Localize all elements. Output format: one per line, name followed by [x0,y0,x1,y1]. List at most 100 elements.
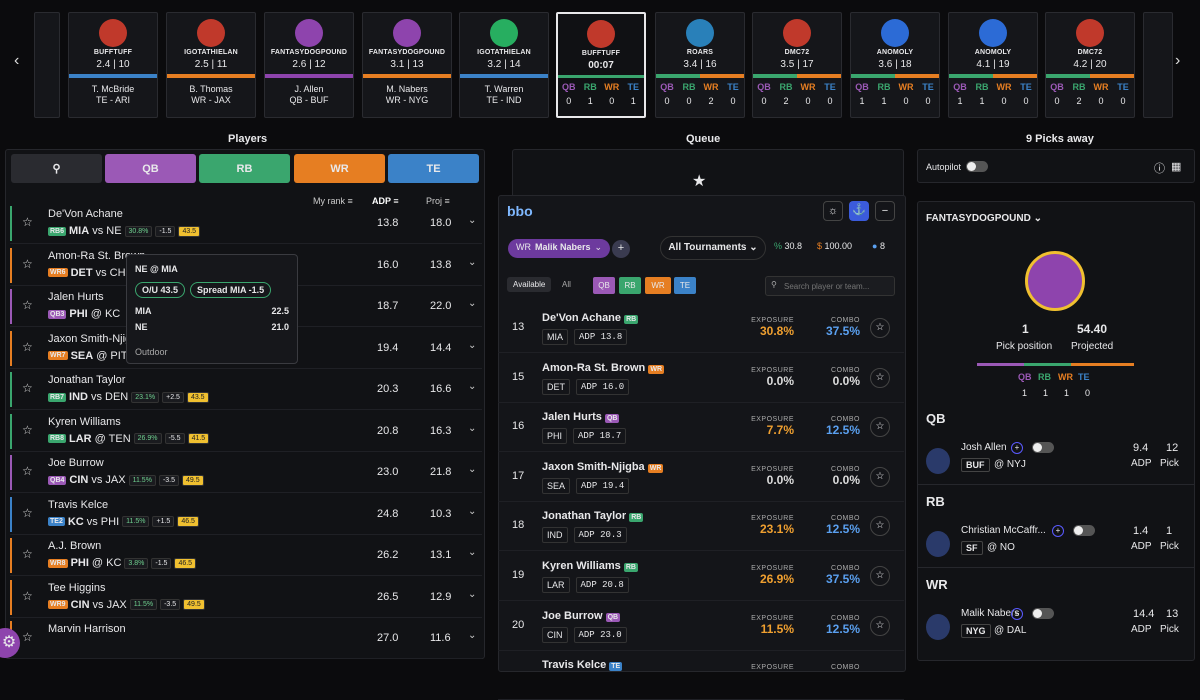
filter-available[interactable]: Available [507,277,552,292]
player-row[interactable]: ☆ Travis Kelce TE2 KC vs PHI 11.5% +1.5 46.5 24.… [10,494,482,535]
tab-qb[interactable]: QB [105,154,196,183]
queue-row[interactable]: 17 Jaxon Smith-Njigba WR SEA ADP 19.4 EXPOSU… [498,452,904,502]
star-icon[interactable]: ☆ [22,506,33,520]
draft-card[interactable]: FANTASYDOGPOUND 2.6 | 12 J. Allen QB - BUF [264,12,354,118]
grid-icon[interactable]: ▦ [1171,160,1181,173]
pos-label: QB [562,82,576,92]
queue-row[interactable]: 13 De'Von Achane RB MIA ADP 13.8 EXPOSURE 30.… [498,303,904,353]
player-row[interactable]: ☆ Kyren Williams RB8 LAR @ TEN 26.9% -5.5 41.5 2… [10,411,482,452]
chevron-down-icon[interactable]: ⌄ [468,381,476,392]
player-row[interactable]: ☆ De'Von Achane RB6 MIA vs NE 30.8% -1.5 43.5 13… [10,203,482,244]
queue-row[interactable]: 20 Joe Burrow QB CIN ADP 23.0 EXPOSURE 11.5% C… [498,601,904,651]
player-sub: WR6 DET vs CHI [48,267,129,279]
star-icon[interactable]: ☆ [22,464,33,478]
draft-card[interactable]: FANTASYDOGPOUND 3.1 | 13 M. Nabers WR - NYG [362,12,452,118]
player-name-wrap: Amon-Ra St. Brown WR [542,362,665,374]
team-adp: SEA ADP 19.4 [542,477,630,494]
tab-rb[interactable]: RB [199,154,290,183]
star-icon[interactable]: ☆ [870,367,890,388]
chevron-down-icon[interactable]: ⌄ [468,547,476,558]
player-row[interactable]: ☆ Joe Burrow QB4 CIN vs JAX 11.5% -3.5 49.5 23.0… [10,452,482,493]
bbo-tab-te[interactable]: TE [674,277,696,294]
star-icon[interactable]: ☆ [870,417,890,438]
add-icon[interactable]: + [1011,608,1023,620]
draft-card[interactable]: ANOMOLY 3.6 | 18 QB RB WR TE 1 1 0 0 [850,12,940,118]
chevron-down-icon[interactable]: ⌄ [468,506,476,517]
star-icon[interactable]: ☆ [22,547,33,561]
queue-row[interactable]: Travis Kelce TE EXPOSURE COMBO [498,650,904,700]
queue-row[interactable]: 15 Amon-Ra St. Brown WR DET ADP 16.0 EXPOSUR… [498,353,904,403]
chevron-down-icon[interactable]: ⌄ [468,630,476,641]
pos-label: TE [1020,82,1032,92]
draft-card[interactable]: DMC72 3.5 | 17 QB RB WR TE 0 2 0 0 [752,12,842,118]
pick-number: 3.4 | 16 [683,59,717,70]
scroll-left-icon[interactable]: ‹ [14,52,19,70]
draft-card-partial[interactable] [34,12,60,118]
search-input[interactable] [765,276,895,296]
anchor-icon[interactable]: ⚓ [849,201,869,221]
queue-toggle[interactable] [1032,442,1054,453]
star-icon[interactable]: ☆ [870,615,890,636]
star-icon[interactable]: ☆ [870,466,890,487]
player-chip[interactable]: WR Malik Nabers ⌄ [508,239,611,258]
filter-all[interactable]: All [562,280,571,289]
draft-card[interactable]: ROARS 3.4 | 16 QB RB WR TE 0 0 2 0 [655,12,745,118]
bbo-tab-rb[interactable]: RB [619,277,641,294]
queue-toggle[interactable] [1032,608,1054,619]
minimize-icon[interactable]: − [875,201,895,221]
exposure-value: 30.8% [759,324,794,338]
chevron-down-icon[interactable]: ⌄ [468,589,476,600]
star-icon[interactable]: ☆ [870,566,890,586]
tournaments-select[interactable]: All Tournaments ⌄ [660,236,766,260]
bbo-tab-qb[interactable]: QB [593,277,615,294]
search-button[interactable]: ⚲ [11,154,102,183]
chevron-down-icon[interactable]: ⌄ [468,257,476,268]
draft-card[interactable]: DMC72 4.2 | 20 QB RB WR TE 0 2 0 0 [1045,12,1135,118]
queue-row[interactable]: 16 Jalen Hurts QB PHI ADP 18.7 EXPOSURE 7.7% C… [498,402,904,453]
ou-chip: 41.5 [187,433,210,444]
scroll-right-icon[interactable]: › [1175,52,1180,70]
queue-row[interactable]: 18 Jonathan Taylor RB IND ADP 20.3 EXPOSURE 2… [498,501,904,552]
player-row[interactable]: ☆ Marvin Harrison 27.0 11.6 ⌄ [10,618,482,659]
star-icon[interactable]: ☆ [22,381,33,395]
draft-card[interactable]: BUFFTUFF 2.4 | 10 T. McBride TE - ARI [68,12,158,118]
star-icon[interactable]: ☆ [22,298,33,312]
draft-card[interactable]: IGOTATHIELAN 2.5 | 11 B. Thomas WR - JAX [166,12,256,118]
star-icon[interactable]: ☆ [22,215,33,229]
star-icon[interactable]: ☆ [22,423,33,437]
autopilot-toggle[interactable] [966,161,988,172]
chevron-down-icon[interactable]: ⌄ [468,423,476,434]
picked-team: TE - ARI [95,95,130,105]
chevron-down-icon[interactable]: ⌄ [468,340,476,351]
star-icon[interactable]: ★ [692,171,706,191]
star-icon[interactable]: ☆ [22,630,33,644]
current-pick-card[interactable]: BUFFTUFF 00:07 QB RB WR TE 0 1 0 1 [556,12,646,118]
tab-te[interactable]: TE [388,154,479,183]
add-player-button[interactable]: + [612,240,630,258]
star-icon[interactable]: ☆ [870,516,890,537]
add-icon[interactable]: + [1052,525,1064,537]
chevron-down-icon[interactable]: ⌄ [468,215,476,226]
star-icon[interactable]: ☆ [870,318,890,338]
team-select[interactable]: FANTASYDOGPOUND ⌄ [926,213,1042,224]
queue-row[interactable]: 19 Kyren Williams RB LAR ADP 20.8 EXPOSURE 26… [498,551,904,601]
draft-card[interactable]: IGOTATHIELAN 3.2 | 14 T. Warren TE - IND [459,12,549,118]
add-icon[interactable]: + [1011,442,1023,454]
draft-card-partial[interactable] [1143,12,1173,118]
pos-label: WR [604,82,620,92]
player-name-wrap: Joe Burrow QB [542,610,621,622]
queue-toggle[interactable] [1073,525,1095,536]
draft-card[interactable]: ANOMOLY 4.1 | 19 QB RB WR TE 1 1 0 0 [948,12,1038,118]
chevron-down-icon[interactable]: ⌄ [468,464,476,475]
star-icon[interactable]: ☆ [22,340,33,354]
settings-icon[interactable]: ☼ [823,201,843,221]
tab-wr[interactable]: WR [294,154,385,183]
player-row[interactable]: ☆ Jonathan Taylor RB7 IND vs DEN 23.1% +2.5 43.… [10,369,482,410]
star-icon[interactable]: ☆ [22,589,33,603]
star-icon[interactable]: ☆ [22,257,33,271]
bbo-tab-wr[interactable]: WR [645,277,671,294]
chevron-down-icon[interactable]: ⌄ [468,298,476,309]
player-row[interactable]: ☆ A.J. Brown WR8 PHI @ KC 3.8% -1.5 46.5 26.2 13.… [10,535,482,576]
info-icon[interactable]: ⓘ [1154,160,1165,176]
player-row[interactable]: ☆ Tee Higgins WR9 CIN vs JAX 11.5% -3.5 49.5 26.… [10,577,482,618]
